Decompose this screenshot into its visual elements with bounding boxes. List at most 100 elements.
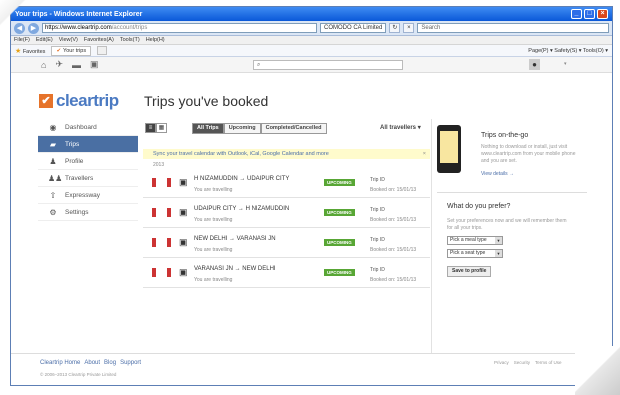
- trip-route[interactable]: UDAIPUR CITY → H NIZAMUDDIN: [194, 206, 289, 212]
- calendar-sync-text: Sync your travel calendar with Outlook, …: [153, 151, 329, 157]
- footer-link-home[interactable]: Cleartrip Home: [40, 360, 80, 366]
- title-bar: Your trips - Windows Internet Explorer _…: [11, 7, 612, 21]
- view-toggles: ≡ ▦: [145, 123, 167, 133]
- train-icon: ▣: [179, 207, 188, 217]
- year-label: 2013: [153, 162, 165, 168]
- people-icon: ♟♟: [48, 173, 63, 183]
- list-view-icon[interactable]: ≡: [145, 123, 156, 133]
- close-button[interactable]: ×: [597, 9, 608, 19]
- status-marker: [152, 178, 156, 187]
- page-curl-decoration: [0, 0, 26, 26]
- trip-route[interactable]: NEW DELHI → VARANASI JN: [194, 236, 276, 242]
- train-icon: ▣: [179, 177, 188, 187]
- star-icon: ★: [15, 47, 22, 55]
- sidebar-item-travellers[interactable]: ♟♟ Travellers: [38, 170, 138, 187]
- view-details-link[interactable]: View details →: [481, 171, 514, 177]
- footer-link-terms[interactable]: Terms of Use: [535, 360, 562, 365]
- save-to-profile-button[interactable]: Save to profile: [447, 266, 492, 277]
- favorites-bar: ★ Favorites ✔ Your trips Page(P) ▾ Safety…: [11, 45, 612, 57]
- avatar[interactable]: ●: [529, 59, 540, 70]
- calendar-view-icon[interactable]: ▦: [156, 123, 167, 133]
- footer-link-privacy[interactable]: Privacy: [494, 360, 509, 365]
- eye-icon: ◉: [49, 122, 57, 132]
- sidebar-item-settings[interactable]: ⚙ Settings: [38, 204, 138, 221]
- url-field[interactable]: https://www.cleartrip.com /account/trips: [42, 23, 317, 33]
- brand-logo[interactable]: ✔ cleartrip: [39, 91, 119, 111]
- footer-link-blog[interactable]: Blog: [104, 360, 116, 366]
- minimize-button[interactable]: _: [571, 9, 582, 19]
- menu-help[interactable]: Help(H): [146, 37, 165, 43]
- tab-completed-cancelled[interactable]: Completed/Cancelled: [260, 123, 327, 134]
- calendar-sync-notice[interactable]: Sync your travel calendar with Outlook, …: [143, 149, 430, 159]
- travellers-dropdown[interactable]: All travellers ▾: [380, 124, 421, 131]
- browser-search-input[interactable]: Search: [417, 23, 609, 33]
- meal-select-value: Pick a meal type: [450, 237, 487, 243]
- preferences-body: Set your preferences now and we will rem…: [447, 218, 567, 231]
- sidebar-item-dashboard[interactable]: ◉ Dashboard: [38, 119, 138, 136]
- trip-route[interactable]: VARANASI JN → NEW DELHI: [194, 266, 276, 272]
- chevron-down-icon[interactable]: ▾: [564, 61, 567, 67]
- arrow-up-icon: ⇧: [49, 190, 57, 200]
- url-host: https://www.cleartrip.com: [45, 25, 112, 31]
- checkmark-icon: ✔: [39, 94, 53, 108]
- new-tab-button[interactable]: [97, 46, 108, 55]
- seat-type-select[interactable]: Pick a seat type ▼: [447, 249, 503, 258]
- sidebar-item-expressway[interactable]: ⇧ Expressway: [38, 187, 138, 204]
- chevron-down-icon: ▼: [495, 250, 502, 257]
- menu-file[interactable]: File(F): [14, 37, 30, 43]
- refresh-icon[interactable]: ↻: [389, 23, 401, 33]
- stop-icon[interactable]: ×: [403, 23, 415, 33]
- browser-window: Your trips - Windows Internet Explorer _…: [10, 6, 613, 386]
- status-marker: [167, 238, 171, 247]
- footer-link-about[interactable]: About: [84, 360, 100, 366]
- certificate-badge[interactable]: COMODO CA Limited: [320, 23, 387, 33]
- phone-screen: [440, 131, 458, 163]
- meal-type-select[interactable]: Pick a meal type ▼: [447, 236, 503, 245]
- status-badge: UPCOMING: [324, 179, 355, 186]
- forward-icon[interactable]: ▶: [28, 22, 39, 34]
- site-header: ⌂ ✈ ▬ ▣ ⌕ ● ▾: [11, 57, 612, 73]
- footer-link-security[interactable]: Security: [514, 360, 530, 365]
- browser-tab[interactable]: ✔ Your trips: [51, 45, 92, 56]
- train-icon[interactable]: ▣: [90, 59, 99, 70]
- close-icon[interactable]: ×: [423, 149, 426, 159]
- favorites-button[interactable]: ★ Favorites: [15, 47, 45, 55]
- train-icon: ▣: [179, 237, 188, 247]
- table-row[interactable]: ▣ VARANASI JN → NEW DELHI You are travel…: [143, 259, 430, 288]
- site-search-input[interactable]: ⌕: [253, 60, 403, 70]
- tab-upcoming[interactable]: Upcoming: [223, 123, 261, 134]
- menu-edit[interactable]: Edit(E): [36, 37, 53, 43]
- booked-date: Booked on: 15/01/13: [370, 187, 417, 193]
- sidebar: ◉ Dashboard ▰ Trips ♟ Profile ♟♟ Travellers …: [38, 119, 138, 221]
- footer-link-support[interactable]: Support: [120, 360, 141, 366]
- sidebar-item-label: Profile: [65, 157, 84, 165]
- copyright: © 2006–2013 Cleartrip Private Limited: [40, 372, 117, 377]
- booked-date: Booked on: 15/01/13: [370, 217, 417, 223]
- gear-icon: ⚙: [49, 207, 57, 217]
- menu-view[interactable]: View(V): [59, 37, 78, 43]
- menu-tools[interactable]: Tools(T): [120, 37, 140, 43]
- trip-id: Trip ID: [370, 207, 385, 213]
- menu-favorites[interactable]: Favorites(A): [84, 37, 114, 43]
- sidebar-item-profile[interactable]: ♟ Profile: [38, 153, 138, 170]
- url-path: /account/trips: [111, 25, 148, 31]
- table-row[interactable]: ▣ UDAIPUR CITY → H NIZAMUDDIN You are tr…: [143, 199, 430, 228]
- window-title: Your trips - Windows Internet Explorer: [15, 10, 143, 18]
- page-title: Trips you've booked: [144, 93, 269, 109]
- flight-icon[interactable]: ✈: [55, 59, 63, 70]
- trip-route[interactable]: H NIZAMUDDIN → UDAIPUR CITY: [194, 176, 289, 182]
- table-row[interactable]: ▣ H NIZAMUDDIN → UDAIPUR CITY You are tr…: [143, 169, 430, 198]
- sidebar-item-label: Trips: [65, 140, 80, 148]
- sidebar-item-trips[interactable]: ▰ Trips: [38, 136, 138, 153]
- chevron-down-icon: ▼: [495, 237, 502, 244]
- maximize-button[interactable]: □: [584, 9, 595, 19]
- home-icon[interactable]: ⌂: [41, 60, 46, 70]
- booked-date: Booked on: 15/01/13: [370, 277, 417, 283]
- command-bar[interactable]: Page(P) ▾ Safety(S) ▾ Tools(O) ▾: [528, 48, 608, 54]
- trip-id: Trip ID: [370, 177, 385, 183]
- tab-all-trips[interactable]: All Trips: [192, 123, 224, 134]
- menu-bar: File(F) Edit(E) View(V) Favorites(A) Too…: [11, 36, 612, 45]
- table-row[interactable]: ▣ NEW DELHI → VARANASI JN You are travel…: [143, 229, 430, 258]
- hotel-icon[interactable]: ▬: [72, 60, 81, 70]
- divider: [437, 192, 587, 193]
